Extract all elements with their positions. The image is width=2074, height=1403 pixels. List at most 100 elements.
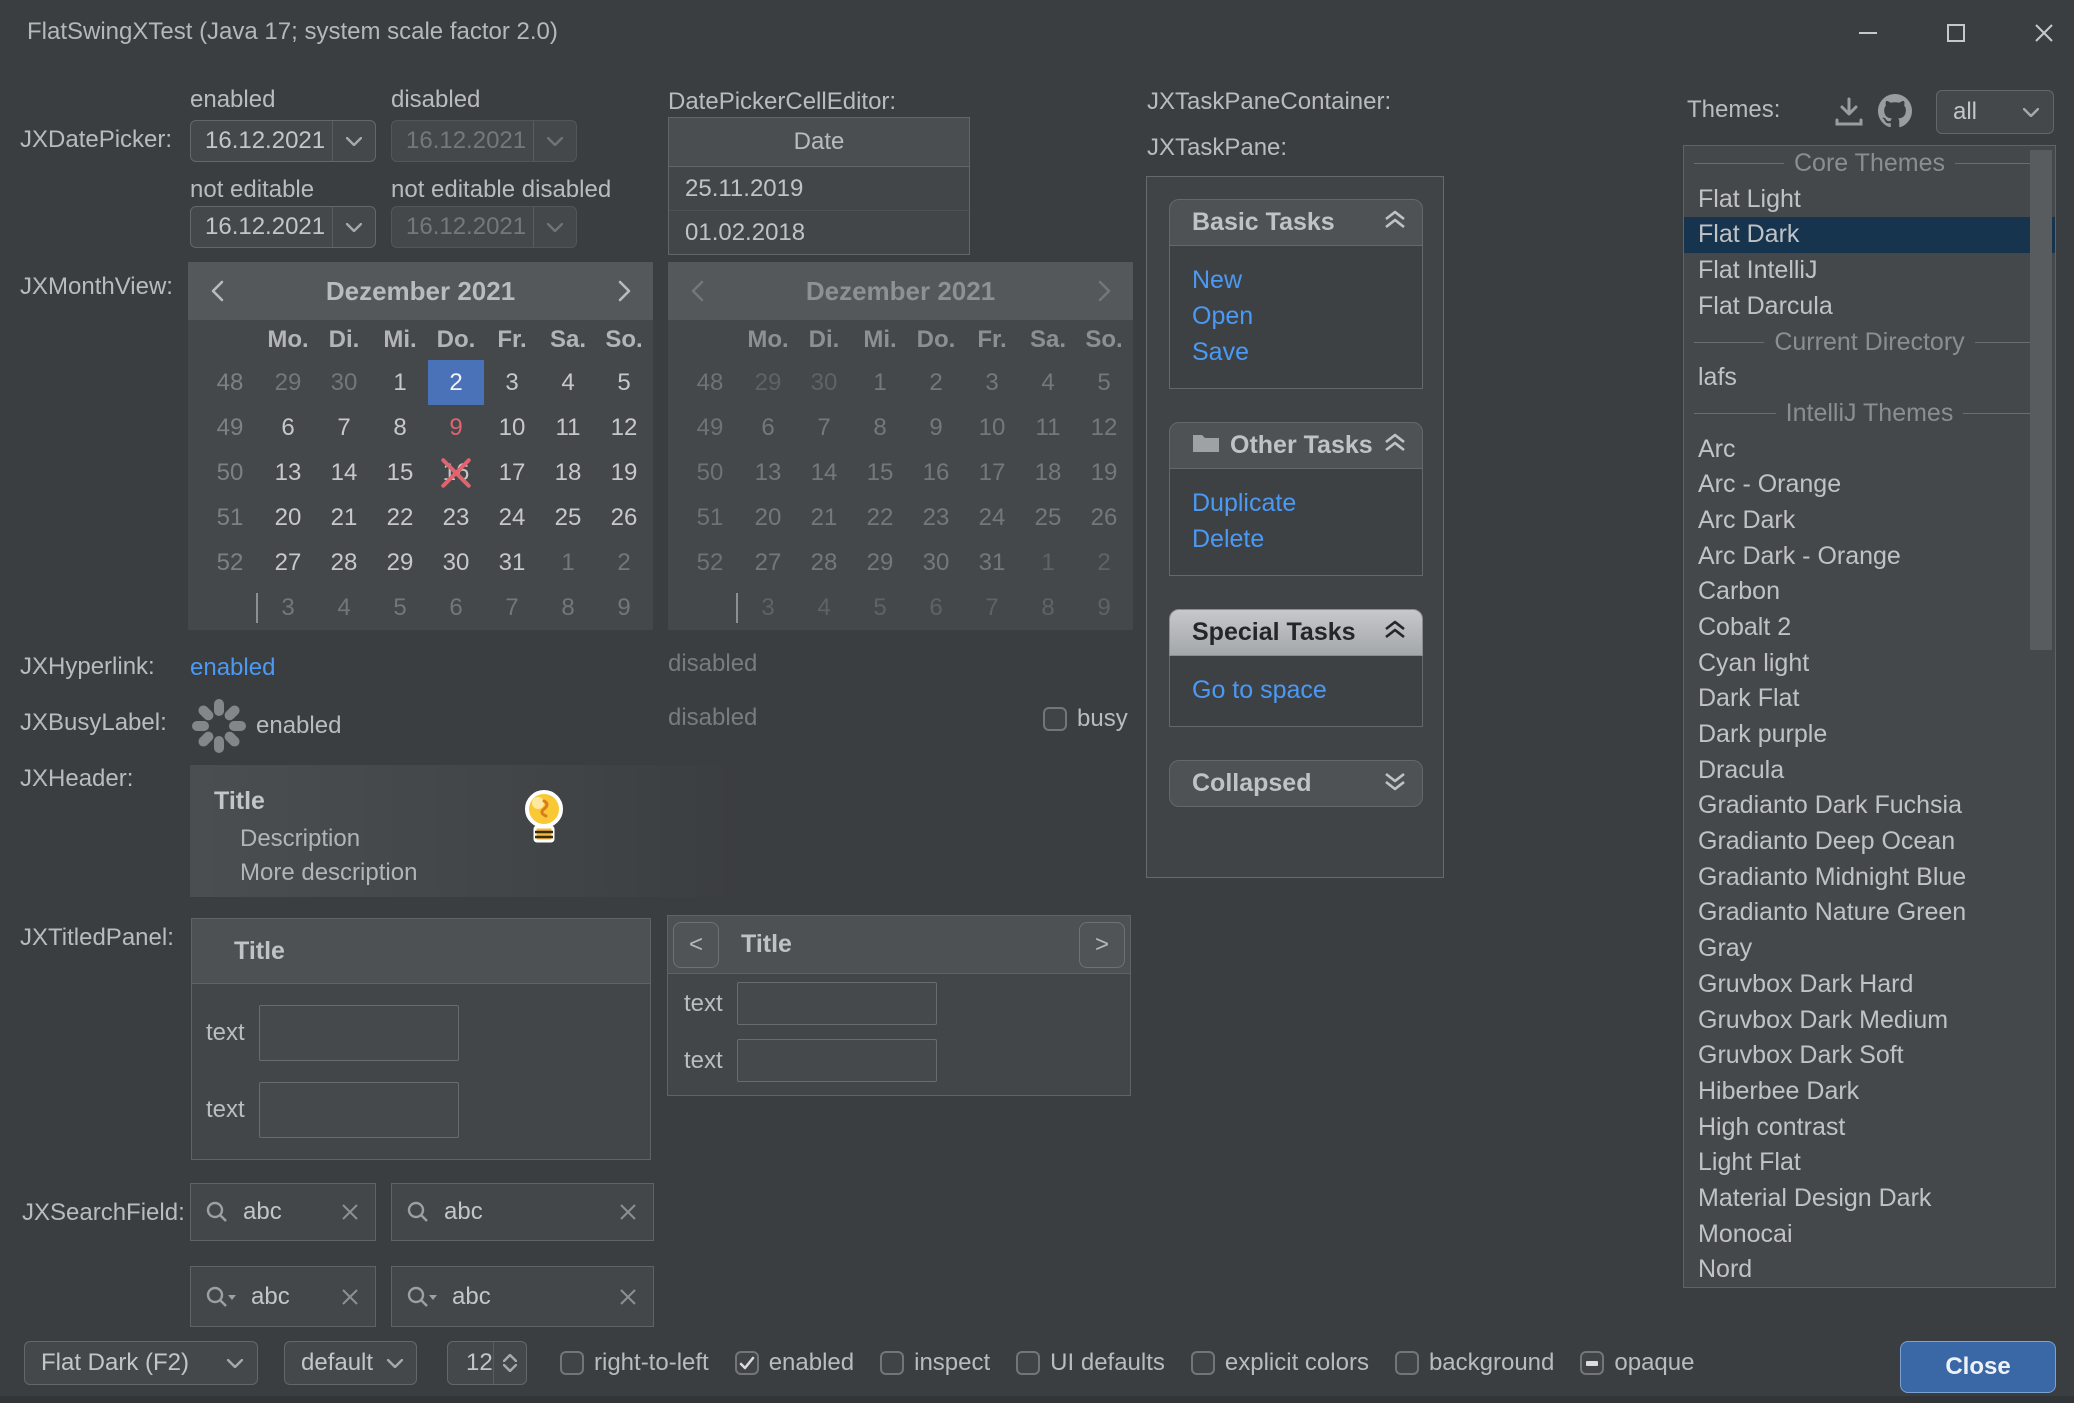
calendar-day[interactable]: 24 xyxy=(484,495,540,540)
taskpane-link[interactable]: Delete xyxy=(1192,521,1422,557)
theme-item[interactable]: Gradianto Dark Fuchsia xyxy=(1684,788,2055,824)
calendar-day[interactable]: 7 xyxy=(484,585,540,630)
calendar-day[interactable]: 31 xyxy=(484,540,540,585)
theme-item[interactable]: Dark Flat xyxy=(1684,681,2055,717)
calendar-day[interactable]: 2 xyxy=(596,540,652,585)
theme-item[interactable]: Light Flat xyxy=(1684,1145,2055,1181)
theme-item[interactable]: Hiberbee Dark xyxy=(1684,1074,2055,1110)
theme-item[interactable]: Material Design Dark xyxy=(1684,1181,2055,1217)
chevron-down-icon[interactable] xyxy=(213,1359,257,1368)
date-value[interactable]: 16.12.2021 xyxy=(191,121,332,161)
taskpane-group-header[interactable]: Special Tasks xyxy=(1169,609,1423,656)
text-input[interactable] xyxy=(259,1082,459,1138)
search-menu-icon[interactable] xyxy=(205,1285,237,1309)
text-input[interactable] xyxy=(737,1039,937,1082)
chevron-down-icon[interactable] xyxy=(332,207,375,247)
next-month-icon[interactable] xyxy=(595,262,653,320)
theme-item[interactable]: Arc Dark - Orange xyxy=(1684,539,2055,575)
calendar-day[interactable]: 13 xyxy=(260,450,316,495)
spinner-arrows[interactable] xyxy=(493,1342,526,1384)
checkbox-box[interactable] xyxy=(880,1351,904,1375)
calendar-day[interactable]: 6 xyxy=(260,405,316,450)
datepicker-not-editable-field[interactable]: 16.12.2021 xyxy=(190,206,376,248)
clear-icon[interactable] xyxy=(341,1203,359,1221)
theme-item[interactable]: Flat Light xyxy=(1684,182,2055,218)
search-field-with-menu[interactable]: abc xyxy=(190,1266,376,1327)
checkbox-box[interactable] xyxy=(1191,1351,1215,1375)
calendar-day[interactable]: 14 xyxy=(316,450,372,495)
table-header-date[interactable]: Date xyxy=(669,118,969,167)
theme-item[interactable]: Dark purple xyxy=(1684,717,2055,753)
clear-icon[interactable] xyxy=(341,1288,359,1306)
calendar-day[interactable]: 30 xyxy=(316,360,372,405)
calendar-day[interactable]: 22 xyxy=(372,495,428,540)
checkbox-enabled[interactable]: enabled xyxy=(735,1349,854,1377)
search-input[interactable]: abc xyxy=(251,1283,341,1311)
taskpane-link[interactable]: Open xyxy=(1192,298,1422,334)
calendar-day[interactable]: 17 xyxy=(484,450,540,495)
table-row[interactable]: 25.11.2019 xyxy=(669,167,969,211)
search-field-with-menu[interactable]: abc xyxy=(391,1266,654,1327)
busy-checkbox[interactable]: busy xyxy=(1043,705,1128,733)
clear-icon[interactable] xyxy=(619,1288,637,1306)
taskpane-group-header[interactable]: Basic Tasks xyxy=(1169,199,1423,246)
theme-item[interactable]: Cobalt 2 xyxy=(1684,610,2055,646)
calendar-day[interactable]: 1 xyxy=(540,540,596,585)
taskpane-link[interactable]: Duplicate xyxy=(1192,485,1422,521)
theme-item[interactable]: Gruvbox Dark Hard xyxy=(1684,967,2055,1003)
clear-icon[interactable] xyxy=(619,1203,637,1221)
chevron-double-down-icon[interactable] xyxy=(1384,769,1406,798)
checkbox-box[interactable] xyxy=(1395,1351,1419,1375)
font-size-spinner[interactable]: 12 xyxy=(447,1341,527,1385)
search-field[interactable]: abc xyxy=(391,1183,654,1241)
datepicker-enabled-field[interactable]: 16.12.2021 xyxy=(190,120,376,162)
chevron-down-icon[interactable] xyxy=(332,121,375,161)
theme-item[interactable]: Cyan light xyxy=(1684,646,2055,682)
date-value[interactable]: 16.12.2021 xyxy=(191,207,332,247)
minimize-icon[interactable] xyxy=(1852,17,1884,49)
calendar-day[interactable]: 19 xyxy=(596,450,652,495)
calendar-day[interactable]: 23 xyxy=(428,495,484,540)
laf-combo[interactable]: Flat Dark (F2) xyxy=(24,1341,258,1385)
combo-value[interactable]: all xyxy=(1937,98,2009,126)
theme-item[interactable]: Nord xyxy=(1684,1252,2055,1288)
calendar-day[interactable]: 18 xyxy=(540,450,596,495)
search-field[interactable]: abc xyxy=(190,1183,376,1241)
calendar-day[interactable]: 4 xyxy=(316,585,372,630)
calendar-day[interactable]: 11 xyxy=(540,405,596,450)
checkbox-explicit-colors[interactable]: explicit colors xyxy=(1191,1349,1369,1377)
calendar-day[interactable]: 15 xyxy=(372,450,428,495)
calendar-day[interactable]: 10 xyxy=(484,405,540,450)
text-input[interactable] xyxy=(259,1005,459,1061)
calendar-day[interactable]: 25 xyxy=(540,495,596,540)
calendar-day[interactable]: 26 xyxy=(596,495,652,540)
close-button[interactable]: Close xyxy=(1900,1341,2056,1393)
calendar-day[interactable]: 4 xyxy=(540,360,596,405)
theme-item[interactable]: Gruvbox Dark Soft xyxy=(1684,1038,2055,1074)
taskpane-link[interactable]: Go to space xyxy=(1192,672,1422,708)
checkbox-box[interactable] xyxy=(1043,707,1067,731)
checkbox-opaque[interactable]: opaque xyxy=(1580,1349,1694,1377)
chevron-double-up-icon[interactable] xyxy=(1384,618,1406,647)
calendar-day[interactable]: 5 xyxy=(596,360,652,405)
next-button[interactable]: > xyxy=(1079,922,1125,968)
calendar-day[interactable]: 5 xyxy=(372,585,428,630)
combo-value[interactable]: Flat Dark (F2) xyxy=(25,1349,213,1377)
calendar-day[interactable]: 8 xyxy=(372,405,428,450)
calendar-day[interactable]: 9 xyxy=(428,405,484,450)
calendar-day[interactable]: 6 xyxy=(428,585,484,630)
monthview-calendar-enabled[interactable]: Dezember 2021Mo.Di.Mi.Do.Fr.Sa.So.482930… xyxy=(188,262,653,630)
calendar-day[interactable]: 21 xyxy=(316,495,372,540)
chevron-down-icon[interactable] xyxy=(2009,108,2053,117)
theme-item[interactable]: Gruvbox Dark Medium xyxy=(1684,1003,2055,1039)
hyperlink-enabled[interactable]: enabled xyxy=(190,654,275,682)
theme-item[interactable]: Flat Darcula xyxy=(1684,289,2055,325)
chevron-down-icon[interactable] xyxy=(373,1359,416,1368)
theme-item[interactable]: Gray xyxy=(1684,931,2055,967)
calendar-day[interactable]: 16 xyxy=(428,450,484,495)
calendar-day[interactable]: 28 xyxy=(316,540,372,585)
calendar-day[interactable]: 9 xyxy=(596,585,652,630)
calendar-day[interactable]: 3 xyxy=(484,360,540,405)
search-input[interactable]: abc xyxy=(444,1198,619,1226)
prev-month-icon[interactable] xyxy=(188,262,246,320)
